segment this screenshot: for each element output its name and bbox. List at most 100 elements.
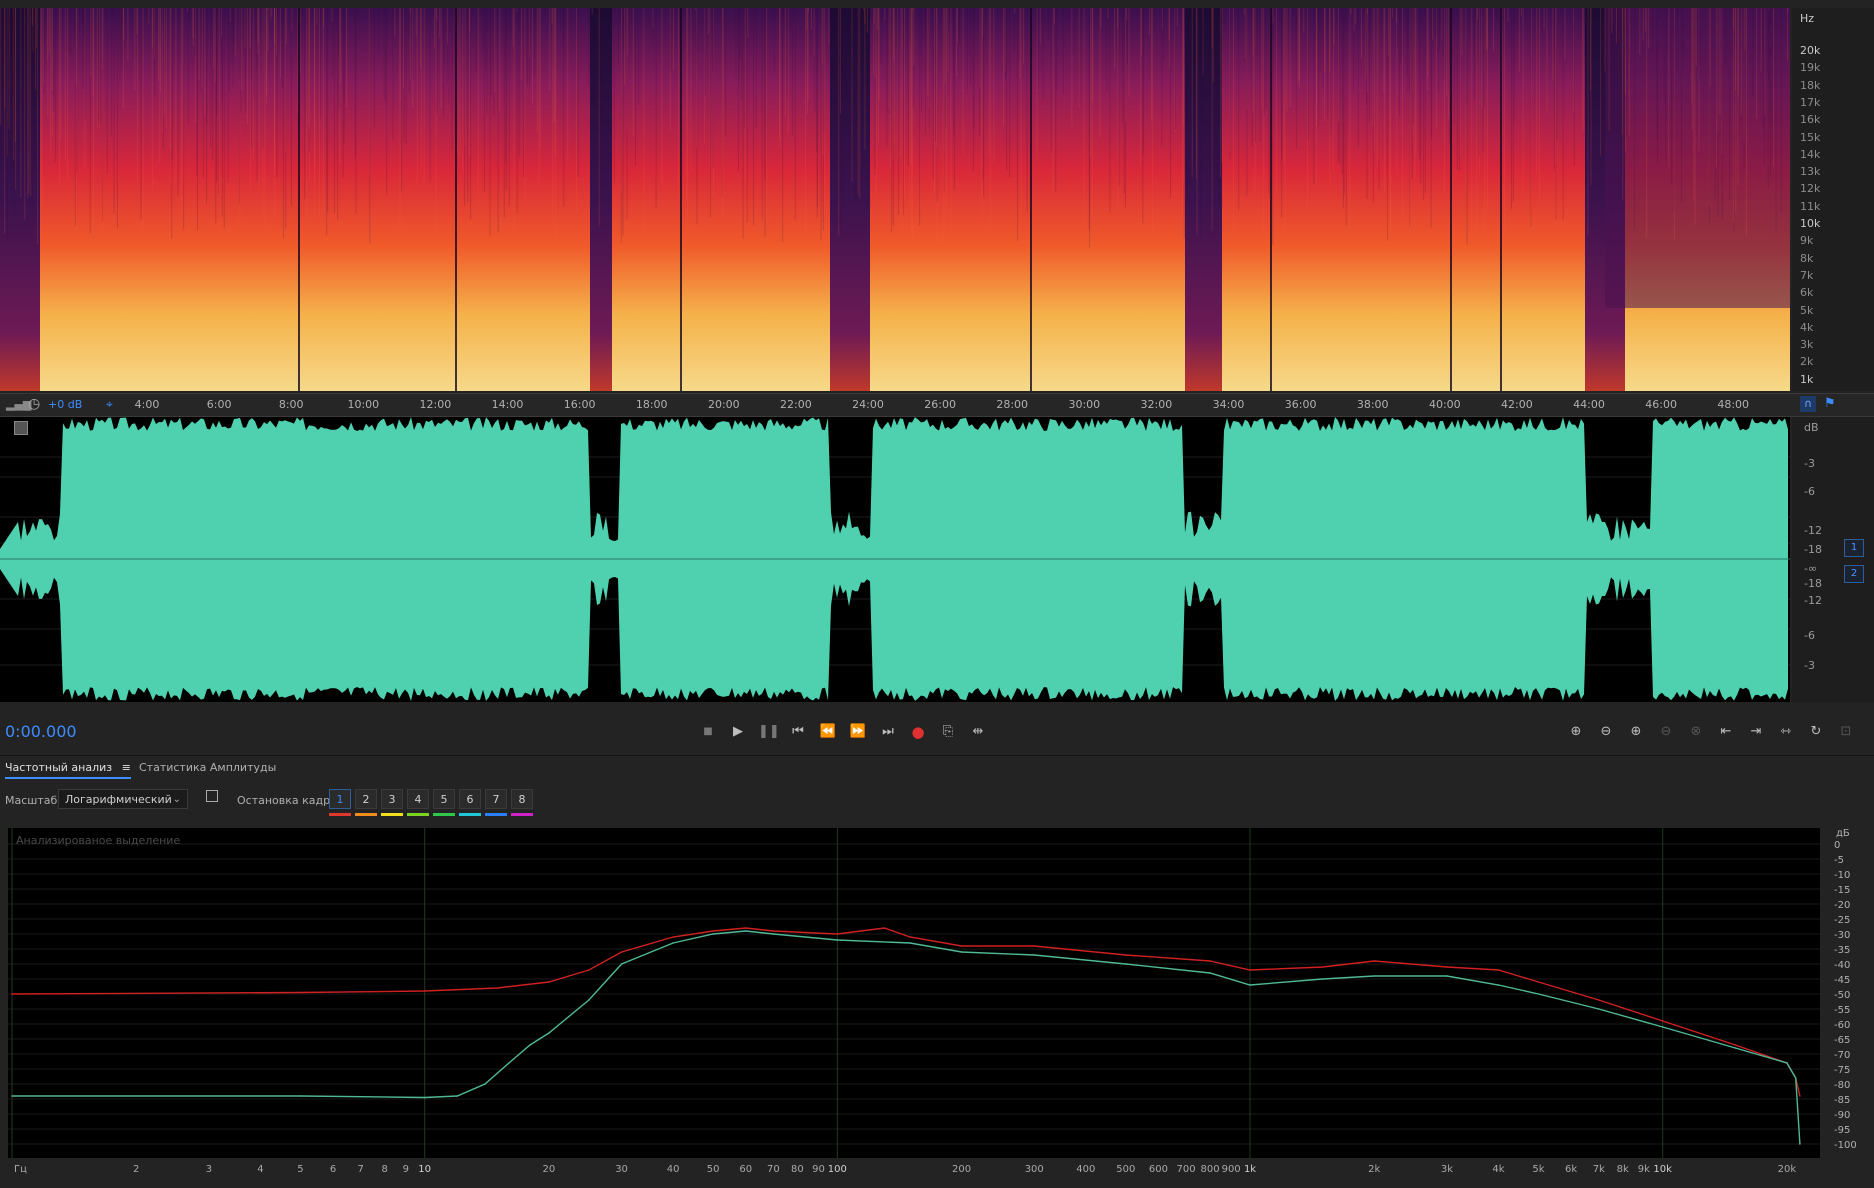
current-time-display[interactable]: 0:00.000 xyxy=(5,722,77,741)
fast-forward-icon[interactable]: ⏩ xyxy=(848,722,868,742)
analysed-selection-label: Анализированое выделение xyxy=(16,834,181,847)
timeline-ruler[interactable]: ▂▄▆ ◷ +0 dB ⌖ 4:00 6:00 8:00 10:00 12:00 14:0… xyxy=(0,393,1874,417)
clock-icon[interactable]: ◷ xyxy=(28,396,40,412)
analysis-frequency-tick: 8 xyxy=(381,1164,388,1175)
zoom-out-time-icon[interactable]: ⊖ xyxy=(1656,722,1676,742)
zoom-out-amplitude-icon[interactable]: ⊖ xyxy=(1596,722,1616,742)
channel-2-button[interactable]: 2 xyxy=(1844,565,1864,583)
freeze-frame-button-6[interactable]: 6 xyxy=(459,789,481,809)
analysis-db-tick: -80 xyxy=(1834,1080,1851,1091)
headphones-icon[interactable]: ∩ xyxy=(1800,396,1816,412)
freeze-frame-button-1[interactable]: 1 xyxy=(329,789,351,809)
spectrum-point xyxy=(1209,960,1211,962)
scale-label: Масштаб: xyxy=(5,794,61,807)
time-tick-label: 16:00 xyxy=(563,398,596,411)
frequency-tick: 5k xyxy=(1800,303,1814,317)
db-unit-label: dB xyxy=(1804,421,1819,434)
analysis-frequency-tick: 100 xyxy=(827,1164,847,1175)
db-tick: -6 xyxy=(1804,629,1815,642)
analysis-frequency-tick: 4k xyxy=(1492,1164,1505,1175)
frequency-tick: 10k xyxy=(1800,217,1821,230)
rewind-icon[interactable]: ⏪ xyxy=(818,722,838,742)
stop-icon[interactable]: ■ xyxy=(698,722,718,742)
freeze-frame-button-4[interactable]: 4 xyxy=(407,789,429,809)
marker-icon[interactable]: ⚑ xyxy=(1824,396,1836,411)
db-tick: -6 xyxy=(1804,485,1815,498)
zoom-selection-icon[interactable]: ⇿ xyxy=(1776,722,1796,742)
pin-icon[interactable]: ⌖ xyxy=(106,397,113,412)
time-tick-label: 12:00 xyxy=(419,398,452,411)
spectrum-point xyxy=(529,1044,531,1046)
spectrum-point xyxy=(744,930,747,932)
spectrum-point xyxy=(1799,1143,1801,1145)
tab-amplitude-statistics[interactable]: Статистика Амплитуды xyxy=(139,761,276,774)
channel-toggle-icon[interactable] xyxy=(14,421,28,435)
analysis-db-tick: -30 xyxy=(1834,930,1851,941)
zoom-in-amplitude-icon[interactable]: ⊕ xyxy=(1566,722,1586,742)
skip-to-start-icon[interactable]: ⏮ xyxy=(788,722,808,742)
spectrum-point xyxy=(11,1095,13,1097)
freeze-frame-button-2[interactable]: 2 xyxy=(355,789,377,809)
pause-icon[interactable]: ❚❚ xyxy=(758,722,780,742)
zoom-reset-icon[interactable]: ↻ xyxy=(1806,722,1826,742)
spectrogram-view[interactable] xyxy=(0,8,1790,391)
frequency-tick: 3k xyxy=(1800,338,1814,352)
spectrum-point xyxy=(1209,972,1211,974)
spectrum-point xyxy=(1249,969,1251,971)
analysis-db-tick: -55 xyxy=(1834,1005,1851,1016)
zoom-fit-icon[interactable]: ⊡ xyxy=(1836,722,1856,742)
tab-frequency-analysis[interactable]: Частотный анализ ≡ xyxy=(5,761,131,779)
spectrum-point xyxy=(1734,1044,1737,1046)
spectrum-point xyxy=(423,990,426,992)
analysis-frequency-unit: Гц xyxy=(14,1164,27,1175)
freeze-frame-button-8[interactable]: 8 xyxy=(511,789,533,809)
frequency-tick: 11k xyxy=(1800,199,1821,213)
time-tick-label: 24:00 xyxy=(852,398,884,411)
spectrum-point xyxy=(1794,1077,1797,1079)
waveform-view[interactable] xyxy=(0,417,1790,702)
zoom-out-full-icon[interactable]: ⊗ xyxy=(1686,722,1706,742)
spectrum-point xyxy=(548,981,550,983)
analysis-db-tick: -95 xyxy=(1834,1125,1851,1136)
spectrum-point xyxy=(1373,960,1376,962)
frequency-analysis-chart[interactable]: Анализированое выделение xyxy=(8,828,1820,1158)
scale-dropdown[interactable]: Логарифмический ⌄ xyxy=(58,789,188,809)
spectrogram-canvas xyxy=(0,8,1790,391)
analysis-frequency-tick: 10k xyxy=(1653,1164,1672,1175)
overlay-icon[interactable] xyxy=(206,790,218,802)
db-tick: -3 xyxy=(1804,457,1815,470)
freeze-frame-button-3[interactable]: 3 xyxy=(381,789,403,809)
time-tick-label: 10:00 xyxy=(347,398,380,411)
spectrum-point xyxy=(1661,1026,1664,1028)
freeze-frame-color-8 xyxy=(511,813,533,816)
spectrum-point xyxy=(299,991,302,994)
loop-playback-icon[interactable]: ⎘ xyxy=(938,722,958,742)
time-tick-label: 28:00 xyxy=(996,398,1029,411)
waveform-db-ruler: dB -3 -6 -12 -18 -∞ -18 -12 -6 -3 1 2 xyxy=(1792,417,1874,702)
freeze-frame-button-5[interactable]: 5 xyxy=(433,789,455,809)
skip-selection-icon[interactable]: ⇹ xyxy=(968,722,988,742)
analysis-db-tick: -35 xyxy=(1834,945,1851,956)
analysis-frequency-tick: 600 xyxy=(1148,1164,1168,1175)
gain-readout[interactable]: +0 dB xyxy=(48,398,82,411)
spectrum-point xyxy=(1446,975,1448,977)
frequency-tick: 8k xyxy=(1800,251,1814,265)
tab-frequency-analysis-label: Частотный анализ xyxy=(5,761,113,774)
zoom-in-left-icon[interactable]: ⇤ xyxy=(1716,722,1736,742)
zoom-in-time-icon[interactable]: ⊕ xyxy=(1626,722,1646,742)
zoom-in-right-icon[interactable]: ⇥ xyxy=(1746,722,1766,742)
record-icon[interactable]: ● xyxy=(908,722,928,742)
analysis-frequency-tick: 4 xyxy=(257,1164,264,1175)
tab-menu-icon[interactable]: ≡ xyxy=(122,761,131,774)
channel-1-button[interactable]: 1 xyxy=(1844,539,1864,557)
analysis-frequency-tick: 6 xyxy=(329,1164,337,1175)
analysis-frequency-tick: 500 xyxy=(1116,1164,1136,1175)
spectrum-point xyxy=(620,951,623,953)
scale-value: Логарифмический xyxy=(65,793,172,806)
analysis-db-tick: -65 xyxy=(1834,1035,1851,1046)
spectrum-point xyxy=(1661,1020,1664,1022)
skip-to-end-icon[interactable]: ⏭ xyxy=(878,722,898,742)
freeze-frame-button-7[interactable]: 7 xyxy=(485,789,507,809)
analysis-frequency-tick: 30 xyxy=(615,1164,628,1175)
play-icon[interactable]: ▶ xyxy=(728,722,748,742)
